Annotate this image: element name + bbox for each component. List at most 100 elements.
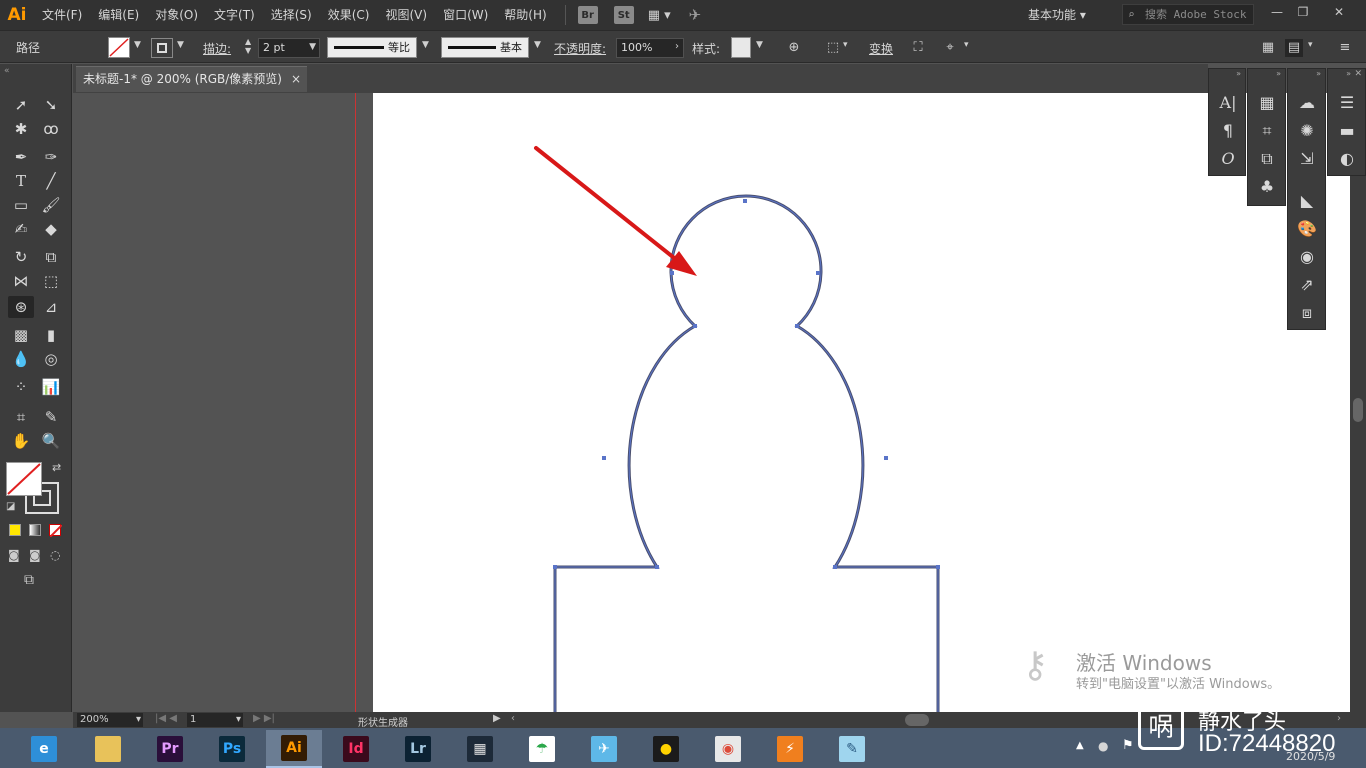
taskbar-indesign-button[interactable]: Id — [328, 730, 384, 768]
swap-fill-stroke-icon[interactable]: ⇄ — [52, 461, 61, 474]
pathfinder-panel-icon[interactable]: ⧉ — [1255, 147, 1279, 171]
graphic-style-swatch[interactable] — [731, 37, 751, 58]
menu-file[interactable]: 文件(F) — [34, 0, 90, 30]
expand-panels-icon[interactable]: » — [1316, 69, 1321, 78]
rotate-tool-icon[interactable]: ↻ — [8, 246, 34, 268]
scale-tool-icon[interactable]: ⧉ — [38, 246, 64, 268]
width-tool-icon[interactable]: ⋈ — [8, 270, 34, 292]
recolor-artwork-icon[interactable]: ⊕ — [785, 39, 803, 57]
artboard-number-field[interactable]: 1 ▾ — [187, 713, 243, 727]
status-menu-icon[interactable]: ▶ — [493, 713, 501, 724]
next-artboard-icon[interactable]: ▶ ▶| — [253, 713, 275, 724]
opentype-panel-icon[interactable]: O — [1216, 147, 1240, 171]
brushes-panel-icon[interactable]: ◣ — [1295, 189, 1319, 213]
menu-type[interactable]: 文字(T) — [206, 0, 263, 30]
menu-window[interactable]: 窗口(W) — [435, 0, 496, 30]
menu-object[interactable]: 对象(O) — [147, 0, 206, 30]
align-panel-icon[interactable]: ⌗ — [1255, 119, 1279, 143]
hand-tool-icon[interactable]: ✋ — [8, 430, 34, 452]
scroll-thumb[interactable] — [1353, 398, 1363, 422]
panel-grid-icon[interactable]: ▦ — [1259, 39, 1277, 57]
line-tool-icon[interactable]: ╱ — [38, 170, 64, 192]
export-panel-icon[interactable]: ⇗ — [1295, 273, 1319, 297]
gradient-mode-icon[interactable] — [29, 524, 41, 536]
artwork-shape[interactable] — [373, 93, 1350, 712]
artboard[interactable] — [373, 93, 1350, 712]
taskbar-chrome-button[interactable]: ◉ — [700, 730, 756, 768]
transparency-panel-icon[interactable]: ◐ — [1335, 147, 1359, 171]
close-window-button[interactable]: ✕ — [1328, 3, 1350, 21]
fill-swatch[interactable] — [108, 37, 130, 58]
first-artboard-icon[interactable]: |◀ ◀ — [155, 713, 177, 724]
shaper-tool-icon[interactable]: ✍ — [8, 218, 34, 240]
draw-behind-icon[interactable]: ◙ — [29, 548, 41, 562]
draw-inside-icon[interactable]: ◌ — [50, 548, 60, 562]
menu-effect[interactable]: 效果(C) — [320, 0, 378, 30]
zoom-tool-icon[interactable]: 🔍 — [38, 430, 64, 452]
expand-panels-icon[interactable]: » — [1236, 69, 1241, 78]
vertical-scrollbar[interactable] — [1350, 93, 1366, 712]
canvas-area[interactable] — [73, 93, 1350, 712]
panel-dropdown-icon[interactable]: ▾ — [1308, 40, 1313, 50]
stroke-panel-icon[interactable]: ☰ — [1335, 91, 1359, 115]
scroll-left-icon[interactable]: ‹ — [511, 713, 515, 724]
taskbar-video-button[interactable]: ▦ — [452, 730, 508, 768]
tray-flag-icon[interactable]: ⚑ — [1122, 738, 1134, 753]
gradient-tool-icon[interactable]: ▮ — [38, 324, 64, 346]
fill-color-box[interactable] — [6, 462, 42, 496]
draw-normal-icon[interactable]: ◙ — [8, 548, 20, 562]
brush-definition[interactable]: 基本 — [441, 37, 529, 58]
close-tab-icon[interactable]: × — [291, 67, 301, 91]
align-options-icon[interactable]: ⬚ — [824, 39, 842, 57]
shape-builder-tool-icon[interactable]: ⊛ — [8, 296, 34, 318]
tray-chevron-icon[interactable]: ▲ — [1076, 740, 1084, 751]
character-panel-icon[interactable]: A| — [1216, 91, 1240, 115]
scroll-right-icon[interactable]: › — [1337, 713, 1341, 724]
gradient-panel-icon[interactable]: ▬ — [1335, 119, 1359, 143]
zoom-field[interactable]: 200% ▾ — [77, 713, 143, 727]
taskbar-premiere-button[interactable]: Pr — [142, 730, 198, 768]
color-guide-panel-icon[interactable]: ◉ — [1295, 245, 1319, 269]
curvature-tool-icon[interactable]: ✑ — [38, 146, 64, 168]
layers-panel-icon[interactable]: ⧈ — [1295, 301, 1319, 325]
taskbar-illustrator-button[interactable]: Ai — [266, 730, 322, 768]
taskbar-bird-button[interactable]: ✈ — [576, 730, 632, 768]
menu-edit[interactable]: 编辑(E) — [90, 0, 147, 30]
taskbar-notes-button[interactable]: ✎ — [824, 730, 880, 768]
libraries-panel-icon[interactable]: ☁ — [1295, 91, 1319, 115]
arrange-documents-icon[interactable]: ▦ ▾ — [648, 8, 671, 23]
magic-wand-tool-icon[interactable]: ✱ — [8, 118, 34, 140]
close-panel-icon[interactable]: ✕ — [1354, 69, 1362, 79]
menu-select[interactable]: 选择(S) — [263, 0, 320, 30]
taskbar-thunder-button[interactable]: ⚡ — [762, 730, 818, 768]
selection-tool-icon[interactable]: ➚ — [8, 94, 34, 116]
stock-search-input[interactable]: ⌕ 搜索 Adobe Stock — [1122, 4, 1254, 25]
column-graph-tool-icon[interactable]: 📊 — [38, 376, 64, 398]
variable-width-profile[interactable]: 等比 — [327, 37, 417, 58]
paragraph-panel-icon[interactable]: ¶ — [1216, 119, 1240, 143]
stroke-swatch[interactable] — [151, 38, 173, 58]
mesh-tool-icon[interactable]: ▩ — [8, 324, 34, 346]
taskbar-qq-button[interactable]: ● — [638, 730, 694, 768]
taskbar-umbrella-button[interactable]: ☂ — [514, 730, 570, 768]
color-panel-icon[interactable]: 🎨 — [1295, 217, 1319, 241]
profile-dropdown-icon[interactable]: ▼ — [422, 40, 429, 50]
restore-button[interactable]: ❐ — [1292, 3, 1314, 21]
transform-link[interactable]: 变换 — [869, 40, 893, 57]
expand-panels-icon[interactable]: » — [1346, 69, 1351, 78]
blend-tool-icon[interactable]: ◎ — [38, 348, 64, 370]
taskbar-lightroom-button[interactable]: Lr — [390, 730, 446, 768]
screen-mode-icon[interactable]: ⧉ — [24, 572, 34, 588]
document-tab[interactable]: 未标题-1* @ 200% (RGB/像素预览) × — [76, 66, 307, 92]
stroke-weight-field[interactable]: 2 pt ▼ — [258, 38, 320, 58]
type-tool-icon[interactable]: T — [8, 170, 34, 192]
panel-toggle-icon[interactable]: ▤ — [1285, 39, 1303, 57]
rectangle-tool-icon[interactable]: ▭ — [8, 194, 34, 216]
tray-qq-icon[interactable]: ● — [1098, 739, 1108, 753]
stock-button[interactable]: St — [613, 6, 634, 24]
puppet-warp-icon[interactable]: ⌖ — [941, 39, 959, 57]
minimize-button[interactable]: — — [1266, 3, 1288, 21]
taskbar-browser-button[interactable]: e — [16, 730, 72, 768]
horizontal-scroll-thumb[interactable] — [905, 714, 929, 726]
brush-dropdown-icon[interactable]: ▼ — [534, 40, 541, 50]
